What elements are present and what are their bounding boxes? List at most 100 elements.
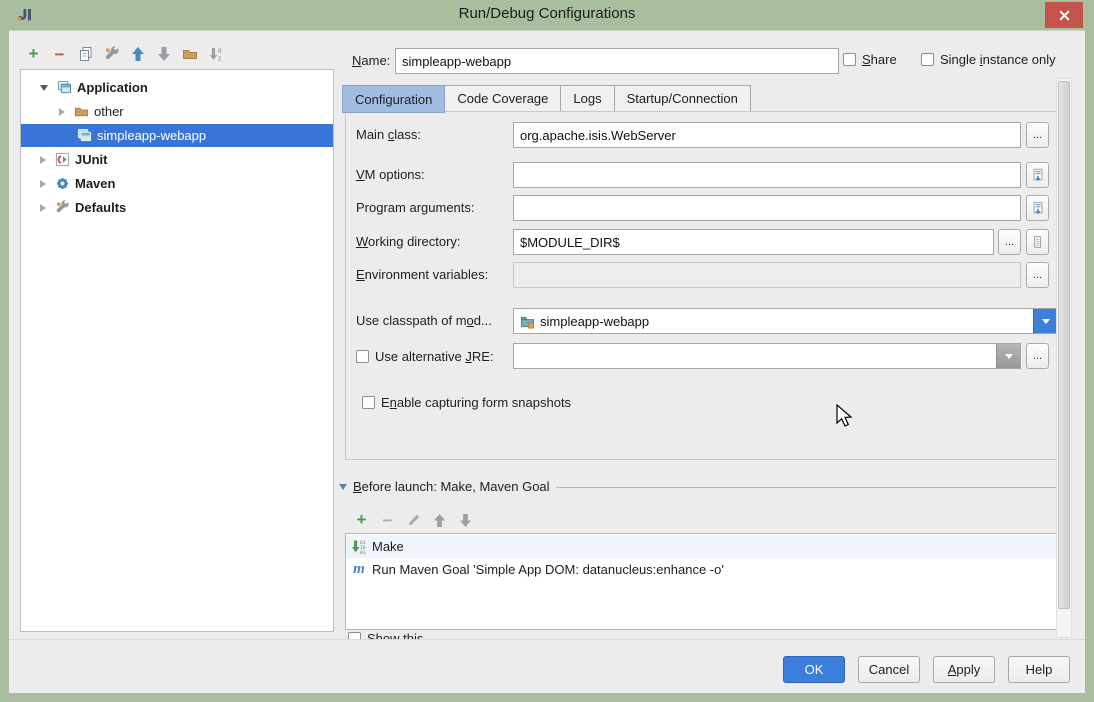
single-instance-label: Single instance only [940, 52, 1056, 67]
tree-item-maven[interactable]: Maven [21, 172, 333, 195]
vm-options-label: VM options: [356, 167, 425, 182]
working-directory-label: Working directory: [356, 234, 461, 249]
tab-logs[interactable]: Logs [561, 85, 614, 112]
main-class-label: Main class: [356, 127, 421, 142]
program-arguments-input[interactable] [513, 195, 1021, 221]
add-task-button[interactable]: + [353, 511, 370, 529]
selected-module-value: simpleapp-webapp [540, 314, 649, 329]
vertical-scrollbar[interactable] [1056, 78, 1072, 638]
close-button[interactable] [1045, 2, 1083, 28]
cancel-button[interactable]: Cancel [858, 656, 920, 683]
collapse-arrow-icon[interactable] [40, 85, 48, 91]
ok-button[interactable]: OK [783, 656, 845, 683]
arrow-down-icon [157, 46, 171, 62]
enable-snapshots-checkbox[interactable]: Enable capturing form snapshots [362, 395, 571, 410]
collapse-arrow-icon[interactable] [339, 484, 347, 490]
close-icon [1058, 9, 1071, 22]
expand-arrow-icon[interactable] [40, 156, 46, 164]
expand-arrow-icon[interactable] [40, 204, 46, 212]
svg-text:01: 01 [360, 549, 366, 554]
remove-task-button[interactable]: − [379, 511, 396, 529]
expand-editor-icon [1031, 201, 1045, 215]
tree-item-label: Defaults [75, 200, 126, 215]
single-instance-checkbox[interactable]: Single instance only [921, 52, 1056, 67]
help-button[interactable]: Help [1008, 656, 1070, 683]
chevron-down-icon [1005, 354, 1013, 359]
copy-configuration-button[interactable] [77, 45, 94, 63]
macros-working-directory-button[interactable] [1026, 229, 1049, 255]
expand-arrow-icon[interactable] [59, 108, 65, 116]
before-launch-section-header[interactable]: Before launch: Make, Maven Goal [339, 479, 1063, 494]
use-classpath-label: Use classpath of mod... [356, 313, 492, 328]
alternative-jre-combobox[interactable] [513, 343, 1021, 369]
dropdown-arrow-button[interactable] [996, 344, 1020, 368]
task-row-maven-goal[interactable]: m Run Maven Goal 'Simple App DOM: datanu… [346, 558, 1065, 581]
vm-options-input[interactable] [513, 162, 1021, 188]
dropdown-arrow-button[interactable] [1033, 309, 1057, 333]
name-input[interactable] [395, 48, 839, 74]
defaults-wrench-icon [54, 200, 70, 216]
sort-alphabetically-icon: a z [208, 46, 224, 62]
edit-task-button[interactable] [405, 511, 422, 529]
browse-jre-button[interactable]: ... [1026, 343, 1049, 369]
titlebar[interactable]: Run/Debug Configurations [0, 0, 1094, 30]
tree-item-other[interactable]: other [21, 100, 333, 123]
folder-icon [182, 46, 198, 62]
application-icon [76, 128, 92, 144]
expand-program-arguments-button[interactable] [1026, 195, 1049, 221]
use-classpath-combobox[interactable]: simpleapp-webapp [513, 308, 1058, 334]
before-launch-label: Before launch: Make, Maven Goal [353, 479, 550, 494]
copy-icon [78, 46, 94, 62]
tree-item-application[interactable]: Application [21, 76, 333, 99]
move-task-up-button[interactable] [431, 511, 448, 529]
browse-working-directory-button[interactable]: ... [998, 229, 1021, 255]
environment-variables-input[interactable] [513, 262, 1021, 288]
before-launch-toolbar: + − [353, 511, 474, 529]
sort-configurations-button[interactable]: a z [207, 45, 224, 63]
tree-item-defaults[interactable]: Defaults [21, 196, 333, 219]
tree-item-label: JUnit [75, 152, 108, 167]
maven-goal-icon: m [351, 561, 367, 578]
task-row-make[interactable]: 01 10 01 Make [346, 535, 1065, 558]
tree-item-label: Maven [75, 176, 115, 191]
settings-tabs: Configuration Code Coverage Logs Startup… [342, 85, 751, 112]
separator-line [556, 487, 1063, 488]
chevron-down-icon [1042, 319, 1050, 324]
move-up-button[interactable] [129, 45, 146, 63]
create-folder-button[interactable] [181, 45, 198, 63]
tree-item-label: simpleapp-webapp [97, 128, 206, 143]
scrollbar-thumb[interactable] [1058, 81, 1070, 609]
main-class-input[interactable] [513, 122, 1021, 148]
task-label: Make [372, 539, 404, 554]
checkbox-icon [348, 632, 361, 639]
browse-environment-variables-button[interactable]: ... [1026, 262, 1049, 288]
expand-arrow-icon[interactable] [40, 180, 46, 188]
show-this-label: Show this [367, 631, 423, 639]
name-label: Name: [352, 53, 390, 68]
expand-vm-options-button[interactable] [1026, 162, 1049, 188]
add-configuration-button[interactable]: + [25, 45, 42, 63]
share-label: Share [862, 52, 897, 67]
tree-item-label: other [94, 104, 124, 119]
working-directory-input[interactable] [513, 229, 994, 255]
browse-main-class-button[interactable]: ... [1026, 122, 1049, 148]
move-task-down-button[interactable] [457, 511, 474, 529]
tab-code-coverage[interactable]: Code Coverage [445, 85, 561, 112]
dialog-content: + − [9, 30, 1085, 693]
checkbox-icon [362, 396, 375, 409]
use-alternative-jre-checkbox[interactable]: Use alternative JRE: [356, 349, 494, 364]
tab-configuration[interactable]: Configuration [342, 85, 445, 113]
tree-item-simpleapp-webapp[interactable]: simpleapp-webapp [21, 124, 333, 147]
apply-button[interactable]: Apply [933, 656, 995, 683]
svg-text:a: a [217, 47, 221, 55]
clipped-show-this-row[interactable]: Show this [345, 631, 745, 639]
share-checkbox[interactable]: Share [843, 52, 897, 67]
edit-defaults-button[interactable] [103, 45, 120, 63]
tree-item-label: Application [77, 80, 148, 95]
remove-configuration-button[interactable]: − [51, 45, 68, 63]
enable-snapshots-label: Enable capturing form snapshots [381, 395, 571, 410]
move-down-button[interactable] [155, 45, 172, 63]
tab-startup-connection[interactable]: Startup/Connection [615, 85, 751, 112]
tree-item-junit[interactable]: JUnit [21, 148, 333, 171]
checkbox-icon [921, 53, 934, 66]
